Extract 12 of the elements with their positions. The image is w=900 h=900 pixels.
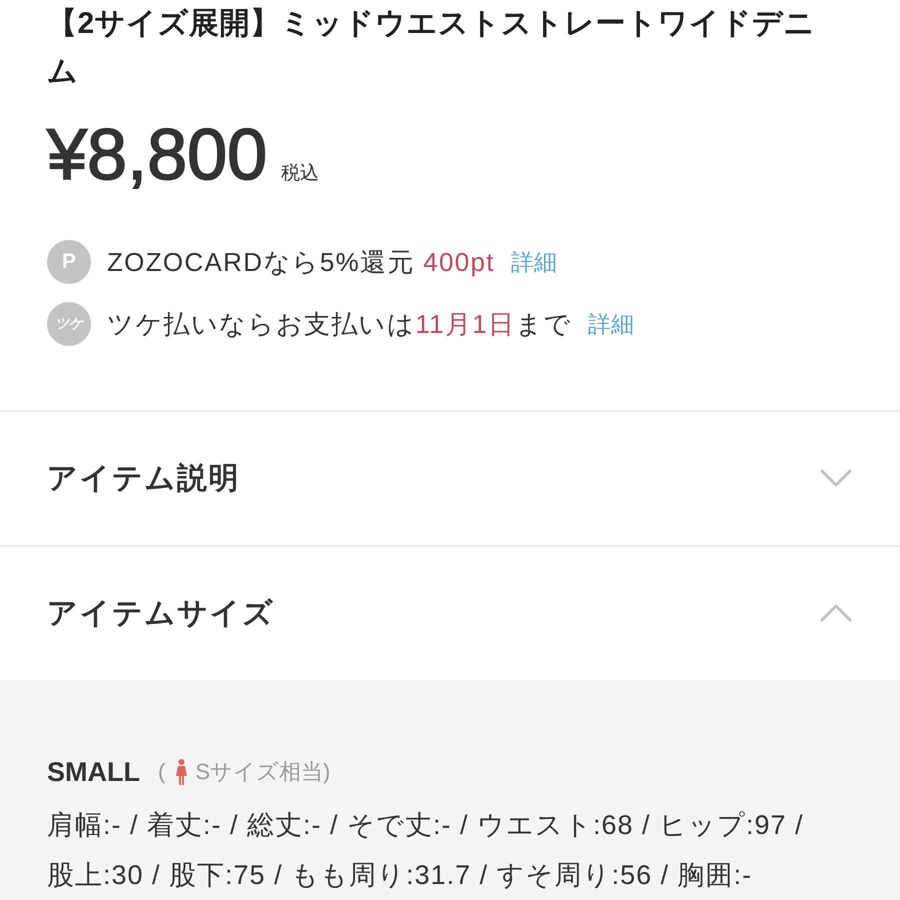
measurements-text: 肩幅:- / 着丈:- / 総丈:- / そで丈:- / ウエスト:68 / ヒップ:97 / 股上:30 / 股下:75 / もも周り:31.7 / すそ周り:56 / 胸囲:- xyxy=(47,809,805,892)
benefit-text: ツケ払いならお支払いは 11月1日 まで xyxy=(107,308,572,340)
size-name: SMALL xyxy=(47,756,140,788)
price-text: ¥8,800 xyxy=(47,118,268,192)
note-bracket: ( xyxy=(158,759,166,785)
benefit-badge: ツケ xyxy=(47,302,91,346)
woman-icon xyxy=(175,759,188,785)
benefit-text: ZOZOCARDなら5%還元 400pt xyxy=(107,246,495,278)
tax-label: 税込 xyxy=(281,162,320,186)
size-note: Sサイズ相当) xyxy=(195,758,330,786)
product-title: 【2サイズ展開】ミッドウエストストレートワイドデニム xyxy=(47,6,816,90)
benefit-badge: P xyxy=(47,240,91,284)
